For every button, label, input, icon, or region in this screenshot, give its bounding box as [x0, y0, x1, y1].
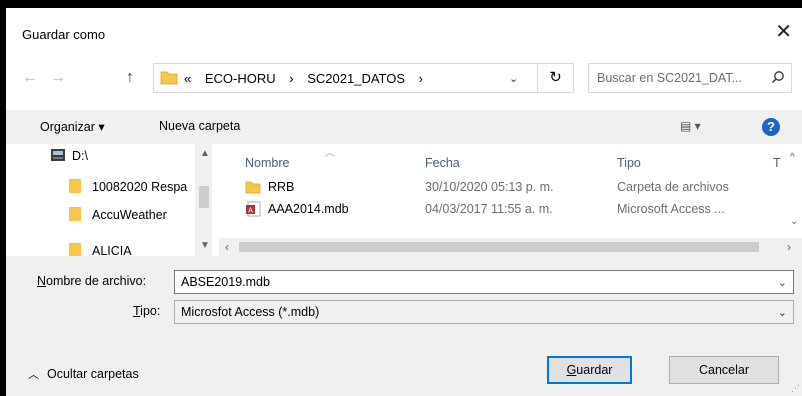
- close-icon[interactable]: ✕: [775, 22, 792, 42]
- up-arrow-icon[interactable]: ↑: [126, 70, 134, 86]
- file-name: AAA2014.mdb: [268, 202, 349, 216]
- resize-grip-icon[interactable]: ⋰: [791, 383, 800, 394]
- scroll-down-icon[interactable]: ▼: [200, 240, 210, 251]
- column-header-date[interactable]: Fecha: [425, 156, 460, 170]
- filename-label: Nombre de archivo:: [37, 274, 147, 288]
- breadcrumb-item[interactable]: ECO-HORU: [205, 71, 276, 86]
- dialog-title: Guardar como: [22, 27, 106, 42]
- nav-item-folder[interactable]: 10082020 Respa: [68, 178, 187, 194]
- nav-item-label: D:\: [72, 149, 88, 163]
- nav-item-label: ALICIA: [92, 244, 132, 256]
- drive-icon: [51, 149, 65, 161]
- file-list-horizontal-scrollbar[interactable]: ‹ ›: [219, 238, 802, 256]
- column-header-name[interactable]: Nombre: [245, 156, 289, 170]
- scroll-right-icon[interactable]: ›: [787, 240, 791, 254]
- access-file-icon: A: [246, 201, 261, 217]
- view-options-icon[interactable]: ▤ ▾: [680, 119, 701, 133]
- folder-icon: [69, 243, 81, 256]
- refresh-icon[interactable]: ↻: [538, 63, 574, 93]
- save-as-dialog: Guardar como ✕ ← → ↑ « ECO-HORU › SC2021…: [6, 8, 802, 396]
- nav-item-drive-d[interactable]: D:\: [50, 148, 88, 163]
- breadcrumb-separator[interactable]: ›: [289, 71, 293, 86]
- nav-scroll-thumb[interactable]: [199, 186, 209, 208]
- horizontal-scroll-thumb[interactable]: [239, 242, 759, 252]
- address-bar[interactable]: « ECO-HORU › SC2021_DATOS › ⌄: [153, 63, 538, 93]
- breadcrumb: « ECO-HORU › SC2021_DATOS ›: [184, 71, 433, 86]
- nav-item-folder[interactable]: ALICIA: [68, 242, 132, 256]
- nav-item-folder[interactable]: AccuWeather: [68, 206, 167, 222]
- organize-button[interactable]: Organizar ▾: [40, 119, 105, 134]
- search-placeholder: Buscar en SC2021_DAT...: [597, 71, 742, 85]
- scroll-left-icon[interactable]: ‹: [225, 240, 229, 254]
- search-input[interactable]: Buscar en SC2021_DAT...: [588, 63, 792, 93]
- scroll-down-icon[interactable]: ⌄: [790, 216, 798, 227]
- hide-folders-label: Ocultar carpetas: [47, 367, 139, 381]
- folder-icon: [160, 71, 178, 85]
- column-header-size[interactable]: T: [773, 156, 781, 170]
- forward-arrow-icon[interactable]: →: [50, 70, 66, 86]
- file-type-select[interactable]: Microsfot Access (*.mdb) ⌄: [174, 300, 794, 324]
- file-type: Microsoft Access ...: [617, 202, 725, 216]
- filename-value: ABSE2019.mdb: [181, 275, 270, 289]
- file-row[interactable]: A AAA2014.mdb 04/03/2017 11:55 a. m. Mic…: [219, 198, 802, 220]
- folder-icon: [245, 181, 261, 194]
- save-form: Nombre de archivo: ABSE2019.mdb ⌄ Tipo: …: [6, 256, 802, 396]
- breadcrumb-overflow[interactable]: «: [184, 71, 191, 86]
- cancel-button[interactable]: Cancelar: [669, 356, 779, 384]
- file-type: Carpeta de archivos: [617, 180, 729, 194]
- hide-folders-toggle[interactable]: ︿ Ocultar carpetas: [28, 366, 139, 382]
- file-list: ︿ Nombre Fecha Tipo T RRB 30/10/2020 05:…: [219, 144, 802, 256]
- chevron-down-icon[interactable]: ⌄: [509, 72, 518, 85]
- column-header-type[interactable]: Tipo: [617, 156, 641, 170]
- file-name: RRB: [268, 180, 295, 194]
- title-bar: Guardar como ✕: [6, 8, 802, 48]
- nav-item-label: AccuWeather: [92, 208, 167, 222]
- svg-text:A: A: [248, 207, 253, 215]
- folder-icon: [69, 207, 81, 221]
- file-row[interactable]: RRB 30/10/2020 05:13 p. m. Carpeta de ar…: [219, 176, 802, 198]
- back-arrow-icon[interactable]: ←: [22, 70, 38, 86]
- sort-ascending-icon: ︿: [325, 148, 335, 159]
- save-button[interactable]: Guardar: [547, 356, 632, 384]
- chevron-down-icon[interactable]: ⌄: [778, 306, 787, 319]
- file-date: 04/03/2017 11:55 a. m.: [425, 202, 553, 216]
- scroll-up-icon[interactable]: ▲: [200, 148, 210, 159]
- search-icon[interactable]: [771, 70, 785, 84]
- scroll-up-icon[interactable]: ^: [790, 152, 795, 163]
- breadcrumb-item[interactable]: SC2021_DATOS: [307, 71, 405, 86]
- navigation-bar: ← → ↑ « ECO-HORU › SC2021_DATOS › ⌄ ↻ Bu…: [6, 48, 802, 110]
- nav-item-label: 10082020 Respa: [92, 180, 188, 194]
- chevron-up-icon: ︿: [28, 369, 39, 381]
- help-icon[interactable]: ?: [762, 118, 780, 136]
- file-type-value: Microsfot Access (*.mdb): [181, 305, 320, 319]
- new-folder-button[interactable]: Nueva carpeta: [159, 119, 240, 133]
- command-bar: Organizar ▾ Nueva carpeta ▤ ▾ ?: [6, 110, 802, 144]
- file-date: 30/10/2020 05:13 p. m.: [425, 180, 554, 194]
- folder-icon: [69, 179, 81, 193]
- filename-field[interactable]: ABSE2019.mdb ⌄: [174, 270, 794, 294]
- chevron-down-icon[interactable]: ⌄: [778, 276, 787, 289]
- type-label: Tipo:: [133, 304, 161, 318]
- breadcrumb-separator[interactable]: ›: [419, 71, 423, 86]
- navigation-pane: D:\ 10082020 Respa AccuWeather ALICIA ▲ …: [6, 144, 216, 256]
